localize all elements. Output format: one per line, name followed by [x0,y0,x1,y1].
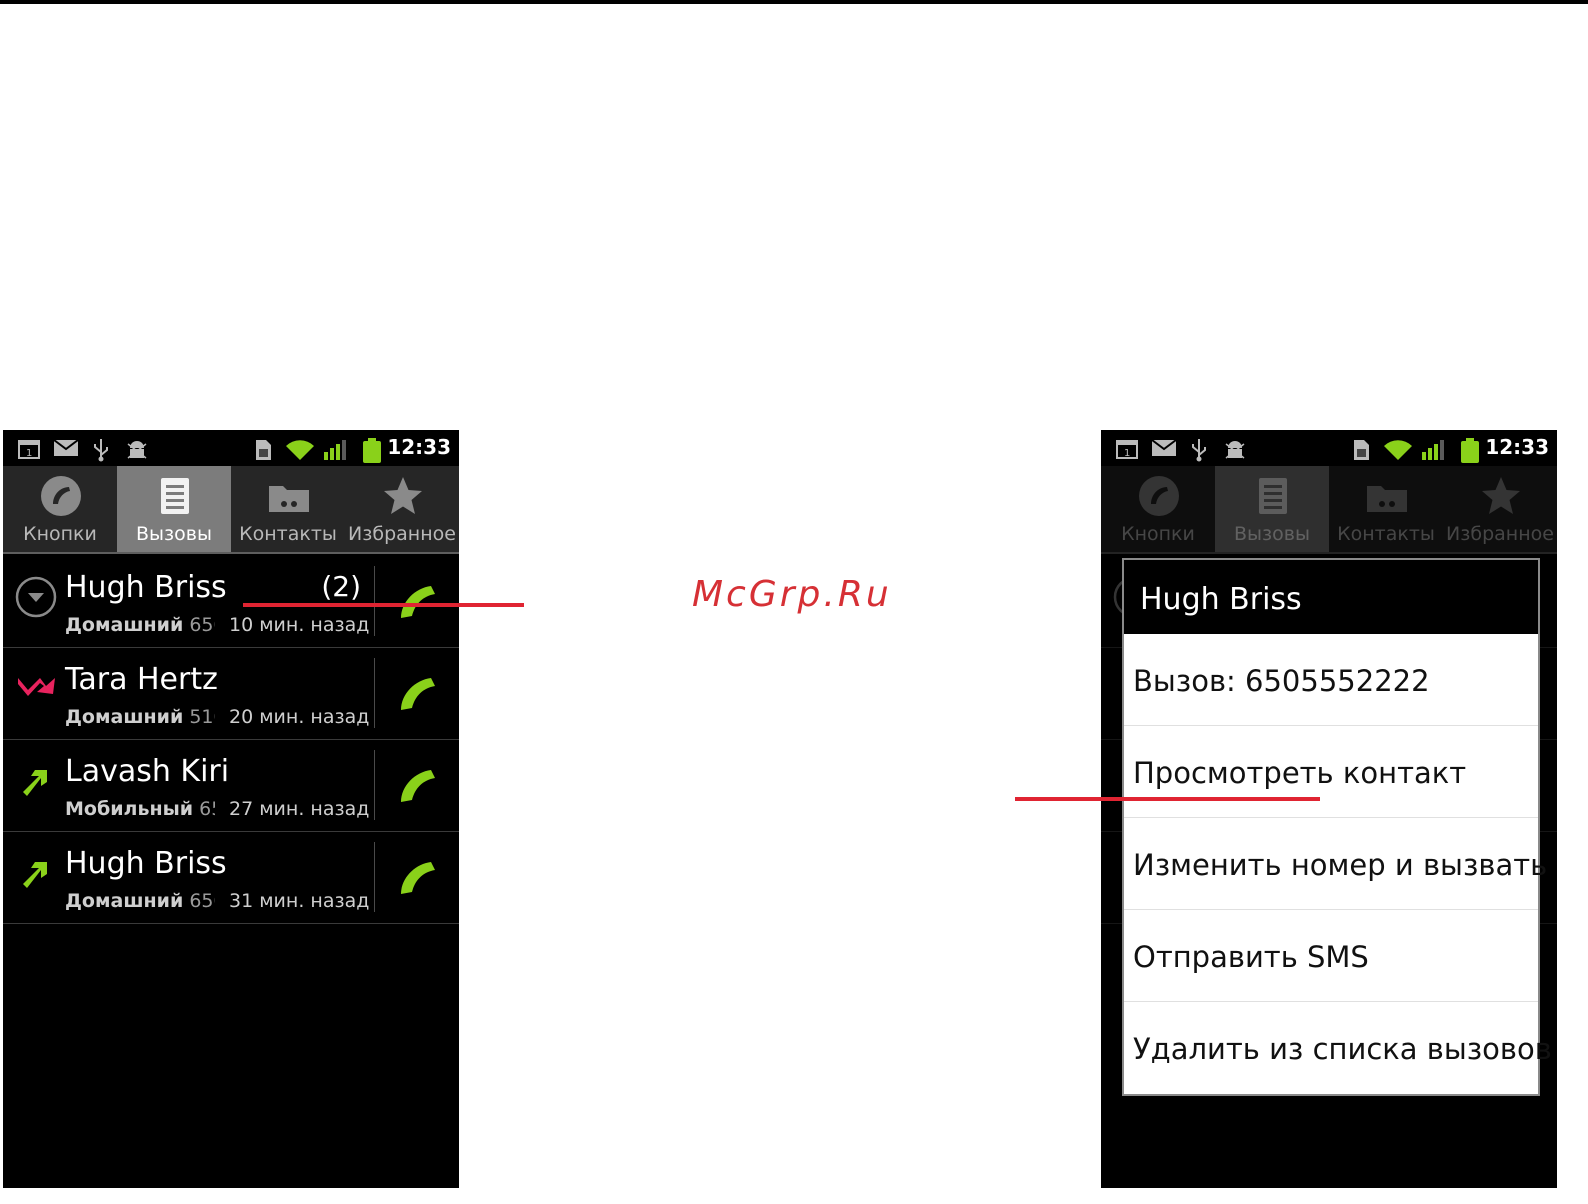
mail-icon [1151,439,1177,456]
context-menu-items: Вызов: 6505552222 Просмотреть контакт Из… [1124,634,1552,1094]
call-log-list: Hugh Briss (2) Домашний 650 10 мин. наза… [3,556,459,924]
call-button-icon[interactable] [391,576,443,628]
tab-contacts[interactable]: Контакты [231,466,345,552]
tab-bar: Кнопки Вызовы Контакты Избранное [3,466,459,554]
caller-name: Hugh Briss [65,846,227,881]
menu-item-call[interactable]: Вызов: 6505552222 [1124,634,1538,726]
caller-name: Tara Hertz [65,662,218,697]
call-time: 20 мин. назад [229,706,370,728]
status-time: 12:33 [1485,435,1549,459]
status-time: 12:33 [387,435,451,459]
call-time: 27 мин. назад [229,798,370,820]
phone-handset-icon [41,476,81,516]
row-divider [374,842,375,912]
usb-icon [1192,439,1206,462]
call-number-label: Домашний 510 [65,706,215,728]
call-row[interactable]: Tara Hertz Домашний 510 20 мин. назад [3,648,459,740]
call-time: 10 мин. назад [229,614,370,636]
tab-keypad[interactable]: Кнопки [3,466,117,552]
battery-icon [1461,438,1479,463]
menu-item-edit-number-call[interactable]: Изменить номер и вызвать [1124,818,1547,910]
call-time: 31 мин. назад [229,890,370,912]
call-button-icon[interactable] [391,760,443,812]
sim-icon [256,440,271,460]
context-menu: Hugh Briss Вызов: 6505552222 Просмотреть… [1122,558,1552,1096]
contacts-folder-icon [269,486,309,512]
outgoing-call-icon [23,862,47,888]
calendar-icon: 1 [18,440,40,459]
signal-icon [1422,440,1444,460]
wifi-icon [1384,440,1412,460]
android-debug-icon [1225,441,1245,459]
call-number-label: Домашний 650 [65,890,215,912]
call-button-icon[interactable] [391,852,443,904]
context-menu-title: Hugh Briss [1124,560,1538,634]
menu-item-view-contact[interactable]: Просмотреть контакт [1124,726,1538,818]
call-count: (2) [321,570,361,603]
wifi-icon [286,440,314,460]
call-number-label: Домашний 650 [65,614,215,636]
call-row[interactable]: Hugh Briss Домашний 650 31 мин. назад [3,832,459,924]
android-debug-icon [127,441,147,459]
annotation-pointer-left [243,603,524,607]
watermark: McGrp.Ru [692,574,892,615]
row-divider [374,658,375,728]
phone-screen-context-menu: 1 12:33 Кнопки Вызовы Контакты Избранное [1101,430,1557,1188]
call-number-label: Мобильный 65 [65,798,215,820]
calendar-icon: 1 [1116,440,1138,459]
row-divider [374,566,375,636]
star-icon [384,477,422,514]
expand-group-icon[interactable] [15,576,57,618]
call-row[interactable]: Lavash Kiri Мобильный 65 27 мин. назад [3,740,459,832]
menu-item-send-sms[interactable]: Отправить SMS [1124,910,1538,1002]
call-log-icon [161,478,189,514]
caller-name: Lavash Kiri [65,754,230,789]
missed-call-icon [18,678,55,696]
row-divider [374,750,375,820]
tab-underline [3,552,459,554]
battery-icon [363,438,381,463]
usb-icon [94,439,108,462]
call-button-icon[interactable] [391,668,443,720]
mail-icon [53,439,79,456]
menu-item-delete-from-log[interactable]: Удалить из списка вызовов [1124,1002,1552,1094]
signal-icon [324,440,346,460]
status-bar: 1 12:33 [3,430,459,466]
outgoing-call-icon [23,770,47,796]
svg-text:1: 1 [1124,448,1130,459]
annotation-pointer-right [1015,797,1320,801]
sim-icon [1354,440,1369,460]
call-row[interactable]: Hugh Briss (2) Домашний 650 10 мин. наза… [3,556,459,648]
phone-screen-call-log: 1 12:33 Кнопки Вызовы Контакты Избранное [3,430,459,1188]
tab-calls[interactable]: Вызовы [117,466,231,552]
caller-name: Hugh Briss [65,570,227,605]
status-bar: 1 12:33 [1101,430,1557,466]
svg-text:1: 1 [26,448,32,459]
top-border [0,0,1588,4]
tab-favorites[interactable]: Избранное [345,466,459,552]
